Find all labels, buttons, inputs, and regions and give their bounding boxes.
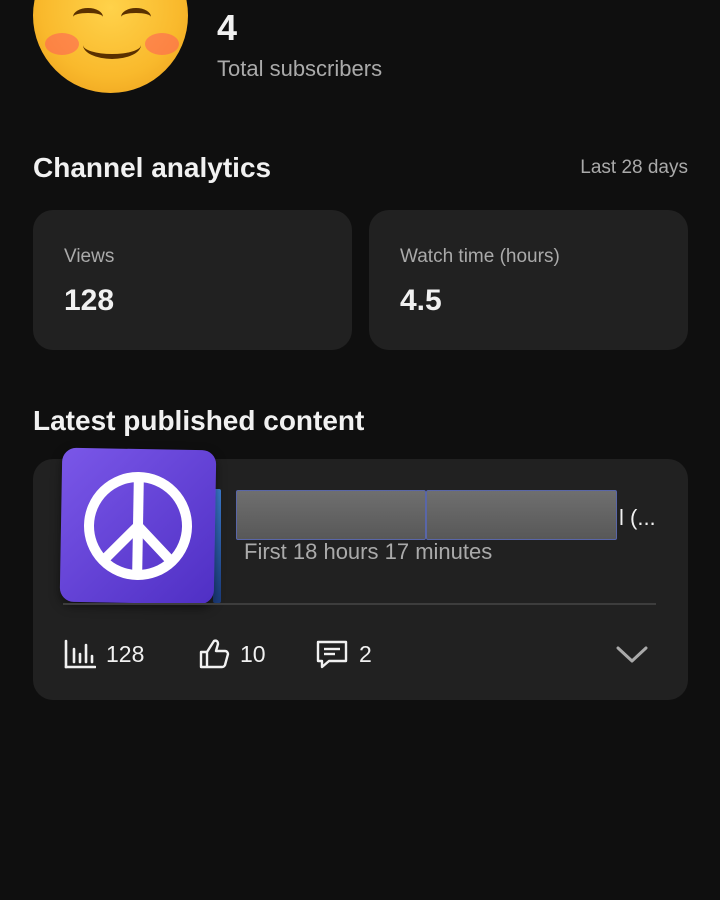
watch-time-card-value: 4.5 [400,284,442,317]
peace-sign-icon [59,447,217,605]
avatar-eye [121,8,151,26]
comments-stat: 2 [315,634,372,674]
comments-count: 2 [359,640,372,667]
thumbs-up-icon [199,639,230,669]
likes-count: 10 [240,640,266,667]
comment-icon [316,640,348,669]
views-stat: 128 [64,634,144,674]
subscriber-label: Total subscribers [217,56,383,81]
views-card[interactable]: Views 128 [33,210,352,350]
channel-avatar[interactable] [33,0,188,93]
views-card-value: 128 [64,284,115,317]
avatar-mouth [83,31,141,59]
views-card-label: Views [64,246,115,267]
video-title[interactable]: l (... [619,505,656,531]
chevron-down-icon[interactable] [615,639,649,669]
latest-content-title: Latest published content [33,405,365,436]
redacted-title-block [236,490,426,540]
channel-dashboard: 4 Total subscribers Channel analytics La… [0,0,720,900]
watch-time-card-label: Watch time (hours) [400,246,560,267]
avatar-cheek [145,33,179,55]
bar-chart-icon [64,639,96,669]
avatar-eye [73,8,103,26]
published-time: First 18 hours 17 minutes [244,539,493,564]
watch-time-card[interactable]: Watch time (hours) 4.5 [369,210,688,350]
subscriber-count: 4 [217,7,238,48]
divider [63,603,656,605]
date-range-label: Last 28 days [580,157,688,178]
likes-stat: 10 [198,634,266,674]
views-count: 128 [106,640,145,667]
avatar-cheek [45,33,79,55]
channel-analytics-title: Channel analytics [33,152,272,183]
latest-content-card[interactable]: l (... First 18 hours 17 minutes 128 10 [33,447,688,700]
redacted-title-block [426,490,617,540]
